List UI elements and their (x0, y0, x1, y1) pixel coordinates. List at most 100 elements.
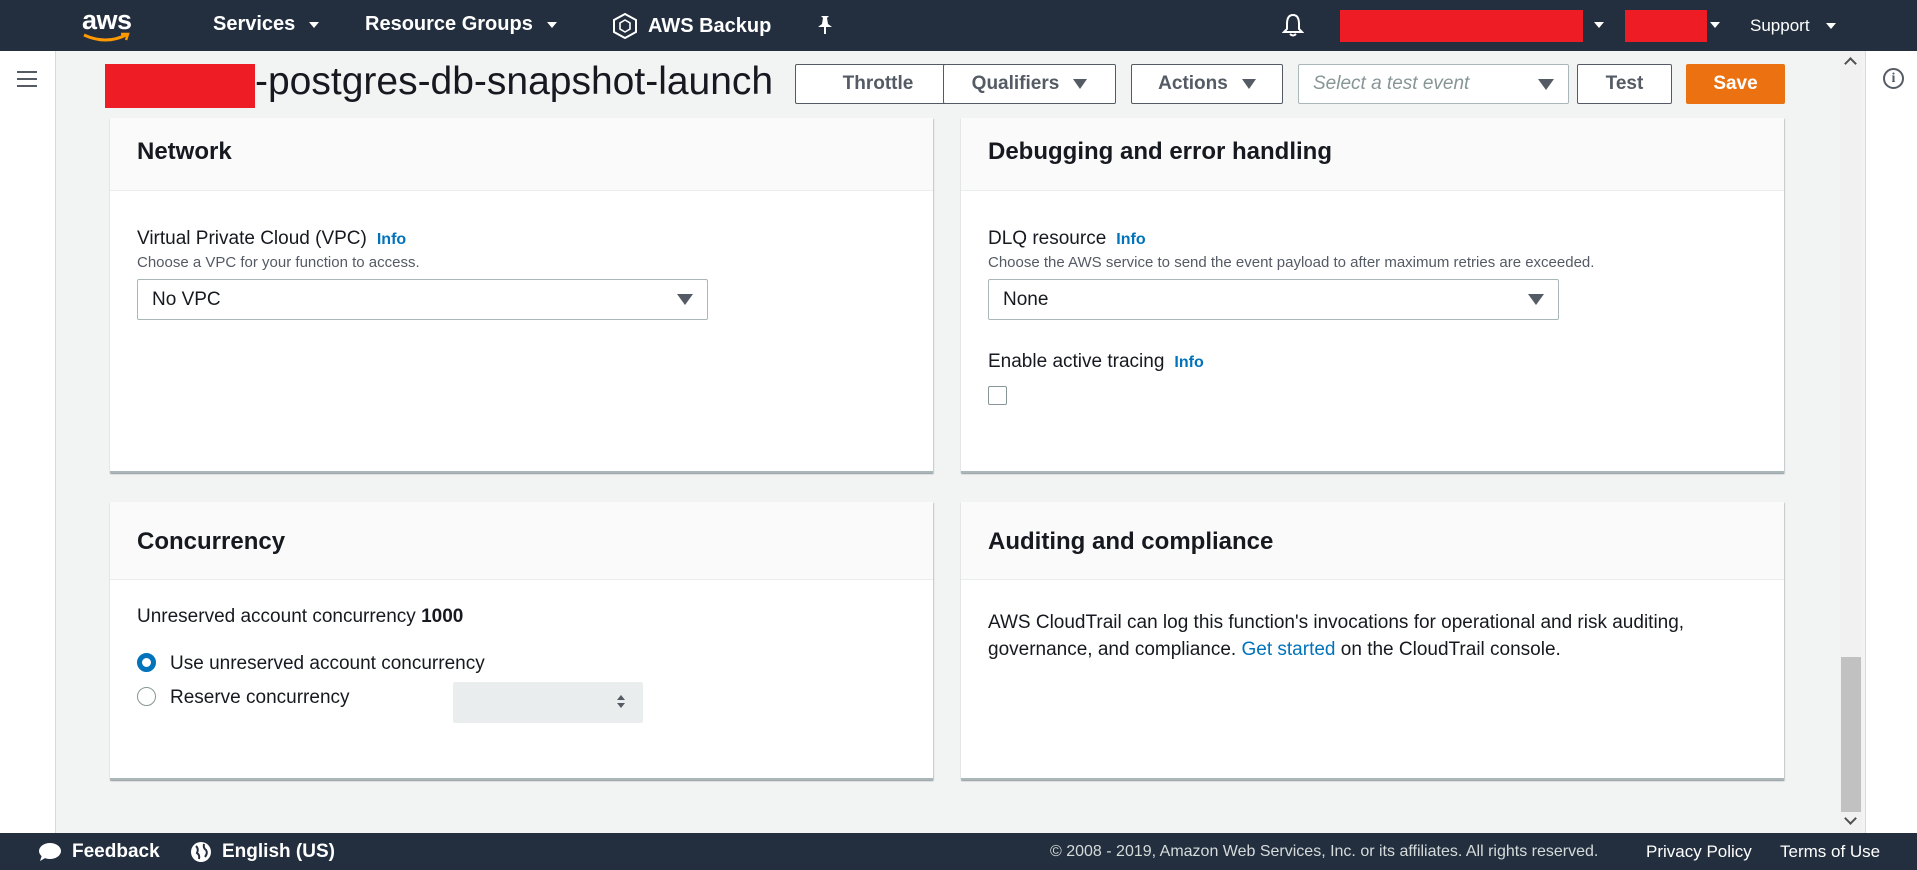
network-panel: Network Virtual Private Cloud (VPC) Info … (110, 118, 933, 473)
services-menu[interactable]: Services (213, 13, 320, 36)
redacted-function-prefix (105, 64, 255, 108)
unreserved-concurrency-label: Unreserved account concurrency (137, 606, 416, 627)
support-menu[interactable]: Support (1750, 16, 1836, 36)
auditing-text: AWS CloudTrail can log this function's i… (988, 612, 1685, 660)
vpc-label: Virtual Private Cloud (VPC) (137, 228, 367, 249)
caret-down-icon (1528, 294, 1544, 305)
redacted-region[interactable] (1625, 10, 1707, 42)
scrollbar-thumb[interactable] (1841, 657, 1861, 812)
concurrency-panel: Concurrency Unreserved account concurren… (110, 502, 933, 780)
top-navigation: aws Services Resource Groups AWS Backup (0, 0, 1917, 51)
scroll-up-icon[interactable] (1844, 57, 1857, 70)
test-event-placeholder: Select a test event (1313, 73, 1470, 94)
redacted-account-name[interactable] (1340, 10, 1583, 42)
test-label: Test (1605, 73, 1644, 94)
aws-backup-icon (613, 13, 637, 39)
resource-groups-menu[interactable]: Resource Groups (365, 13, 557, 36)
account-chevron-down-icon[interactable] (1594, 22, 1604, 28)
debugging-panel-header: Debugging and error handling (961, 118, 1784, 191)
function-name-title: -postgres-db-snapshot-launch (255, 60, 774, 103)
chevron-down-icon (546, 21, 557, 28)
aws-backup-shortcut[interactable]: AWS Backup (612, 13, 771, 39)
caret-down-icon (1241, 79, 1256, 89)
use-unreserved-label[interactable]: Use unreserved account concurrency (170, 653, 485, 675)
copyright-text: © 2008 - 2019, Amazon Web Services, Inc.… (1050, 843, 1599, 860)
info-panel-icon[interactable]: i (1883, 68, 1904, 89)
region-chevron-down-icon[interactable] (1710, 22, 1720, 28)
terms-of-use-link[interactable]: Terms of Use (1780, 842, 1880, 862)
support-label: Support (1750, 16, 1810, 35)
qualifiers-button[interactable]: Qualifiers (943, 64, 1116, 104)
resource-groups-label: Resource Groups (365, 13, 533, 35)
reserve-concurrency-stepper[interactable] (453, 682, 643, 723)
reserve-concurrency-label[interactable]: Reserve concurrency (170, 687, 350, 709)
dlq-description: Choose the AWS service to send the event… (988, 254, 1595, 271)
dlq-label: DLQ resource (988, 228, 1107, 249)
actions-button[interactable]: Actions (1131, 64, 1283, 104)
unreserved-concurrency-row: Unreserved account concurrency 1000 (137, 606, 463, 628)
language-selector[interactable]: English (US) (190, 841, 335, 863)
dlq-select[interactable]: None (988, 279, 1559, 320)
cloudtrail-get-started-link[interactable]: Get started (1242, 639, 1336, 660)
debugging-panel: Debugging and error handling DLQ resourc… (961, 118, 1784, 473)
feedback-button[interactable]: Feedback (38, 841, 160, 863)
save-button[interactable]: Save (1686, 64, 1785, 104)
dlq-label-row: DLQ resource Info (988, 228, 1146, 250)
vpc-label-row: Virtual Private Cloud (VPC) Info (137, 228, 406, 250)
tracing-info-link[interactable]: Info (1174, 354, 1203, 371)
left-rail (0, 51, 56, 833)
throttle-label: Throttle (842, 73, 914, 94)
speech-bubble-icon (39, 843, 61, 861)
vpc-info-link[interactable]: Info (377, 231, 406, 248)
pin-icon[interactable] (815, 14, 835, 41)
network-title: Network (137, 138, 232, 165)
actions-label: Actions (1158, 73, 1228, 94)
test-event-select[interactable]: Select a test event (1298, 64, 1569, 104)
auditing-text-after: on the CloudTrail console. (1340, 639, 1561, 660)
auditing-title: Auditing and compliance (988, 528, 1274, 555)
save-label: Save (1713, 73, 1758, 94)
use-unreserved-radio[interactable] (137, 653, 156, 672)
qualifiers-label: Qualifiers (971, 73, 1060, 94)
throttle-button[interactable]: Throttle (795, 64, 961, 104)
auditing-panel-header: Auditing and compliance (961, 502, 1784, 580)
dlq-info-link[interactable]: Info (1116, 231, 1145, 248)
network-panel-header: Network (110, 118, 933, 191)
aws-backup-label: AWS Backup (648, 14, 772, 37)
vpc-select-value: No VPC (152, 288, 221, 310)
stepper-down-icon (617, 703, 625, 708)
scroll-down-icon[interactable] (1844, 812, 1857, 825)
privacy-policy-link[interactable]: Privacy Policy (1646, 842, 1752, 862)
menu-hamburger-icon[interactable] (17, 71, 37, 87)
caret-down-icon (1073, 79, 1088, 89)
page-scrollbar[interactable] (1840, 51, 1862, 833)
language-label: English (US) (222, 841, 335, 862)
tracing-label: Enable active tracing (988, 351, 1165, 372)
chevron-down-icon (1825, 23, 1836, 29)
stepper-up-icon (617, 695, 625, 700)
services-label: Services (213, 13, 296, 35)
tracing-label-row: Enable active tracing Info (988, 351, 1204, 373)
vpc-description: Choose a VPC for your function to access… (137, 254, 420, 271)
test-button[interactable]: Test (1577, 64, 1672, 104)
concurrency-title: Concurrency (137, 528, 286, 555)
caret-down-icon (1538, 79, 1554, 90)
concurrency-panel-header: Concurrency (110, 502, 933, 580)
notifications-bell-icon[interactable] (1281, 13, 1305, 42)
vpc-select[interactable]: No VPC (137, 279, 708, 320)
auditing-panel: Auditing and compliance AWS CloudTrail c… (961, 502, 1784, 780)
auditing-description: AWS CloudTrail can log this function's i… (988, 609, 1758, 663)
chevron-down-icon (309, 21, 320, 28)
footer: Feedback English (US) © 2008 - 2019, Ama… (0, 833, 1917, 870)
feedback-label: Feedback (72, 841, 160, 862)
caret-down-icon (677, 294, 693, 305)
reserve-concurrency-radio[interactable] (137, 687, 156, 706)
dlq-select-value: None (1003, 288, 1049, 310)
active-tracing-checkbox[interactable] (988, 386, 1007, 405)
aws-smile-icon (83, 32, 130, 42)
right-rail: i (1865, 51, 1917, 833)
debugging-title: Debugging and error handling (988, 138, 1332, 165)
unreserved-concurrency-value: 1000 (421, 606, 464, 627)
globe-icon (191, 842, 211, 862)
aws-logo[interactable]: aws (80, 5, 144, 45)
